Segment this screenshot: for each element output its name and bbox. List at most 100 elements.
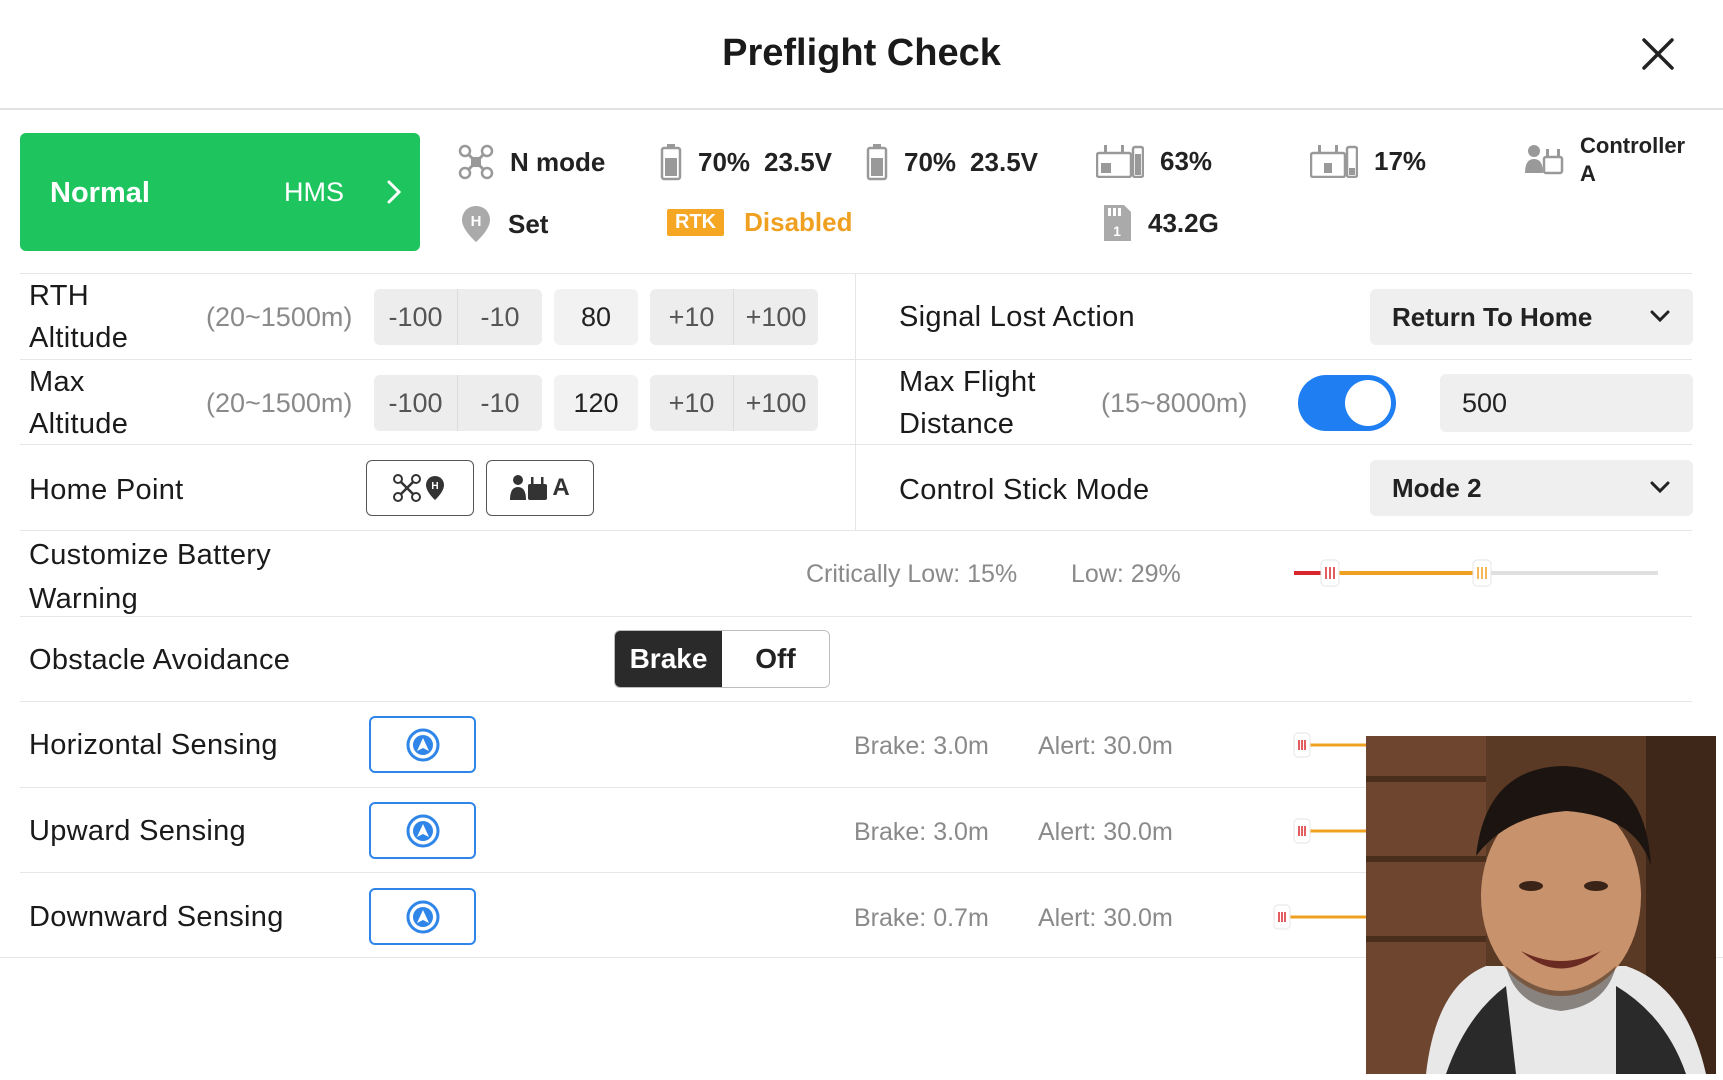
radar-sensing-icon [406, 814, 439, 847]
horizontal-brake-text: Brake: 3.0m [854, 732, 989, 760]
rth-altitude-stepper: -100 -10 80 +10 +100 [374, 289, 818, 345]
toggle-knob [1345, 380, 1391, 426]
rc-signal-indicator: 63% [1096, 144, 1212, 178]
downward-sensing-slider[interactable] [1272, 902, 1372, 932]
rth-altitude-range: (20~1500m) [206, 302, 353, 332]
critical-low-text: Critically Low: 15% [806, 560, 1018, 588]
max-distance-range: (15~8000m) [1101, 388, 1248, 418]
horizontal-sensing-button[interactable] [369, 716, 476, 773]
hms-label: HMS [284, 177, 344, 207]
upward-sensing-button[interactable] [369, 802, 476, 859]
home-point-status: Set [508, 208, 549, 239]
storage-text: 43.2G [1148, 207, 1219, 238]
rtk-indicator: RTK Disabled [667, 207, 852, 238]
upward-alert-text: Alert: 30.0m [1038, 818, 1173, 846]
downward-sensing-button[interactable] [369, 888, 476, 945]
rth-plus-10-button[interactable]: +10 [650, 289, 734, 345]
stick-mode-value: Mode 2 [1392, 472, 1482, 503]
upward-sensing-slider[interactable] [1292, 816, 1372, 846]
battery-warning-slider[interactable] [1294, 556, 1658, 590]
stick-mode-label: Control Stick Mode [899, 474, 1150, 506]
controller-pilot-icon [1525, 145, 1564, 175]
home-point-label: Home Point [29, 474, 184, 506]
obstacle-avoidance-toggle: Brake Off [614, 630, 830, 688]
signal-lost-dropdown[interactable]: Return To Home [1370, 289, 1693, 345]
max-alt-minus-100-button[interactable]: -100 [374, 375, 458, 431]
downward-alert-text: Alert: 30.0m [1038, 904, 1173, 932]
flight-mode-indicator: N mode [458, 144, 605, 180]
max-alt-minus-10-button[interactable]: -10 [458, 375, 542, 431]
horizontal-sensing-label: Horizontal Sensing [29, 729, 278, 761]
rtk-badge: RTK [667, 209, 725, 236]
low-handle[interactable] [1472, 559, 1492, 587]
divider [20, 273, 1692, 274]
signal-lost-label: Signal Lost Action [899, 301, 1135, 333]
rc-signal-pct: 63% [1160, 145, 1213, 176]
max-altitude-value[interactable]: 120 [554, 375, 638, 431]
chevron-down-icon [1650, 310, 1670, 323]
battery-warning-label-line1: Customize Battery [29, 539, 272, 571]
horizontal-alert-text: Alert: 30.0m [1038, 732, 1173, 760]
battery-2-pct: 70% [904, 146, 957, 177]
max-altitude-stepper: -100 -10 120 +10 +100 [374, 375, 818, 431]
stick-mode-dropdown[interactable]: Mode 2 [1370, 460, 1693, 516]
controller-label-line2: A [1580, 161, 1596, 186]
divider [20, 701, 1692, 702]
aircraft-battery-1: 70% 23.5V [660, 143, 832, 181]
rth-minus-10-button[interactable]: -10 [458, 289, 542, 345]
upward-sensing-label: Upward Sensing [29, 815, 246, 847]
radar-sensing-icon [406, 900, 439, 933]
horizontal-sensing-slider[interactable] [1292, 730, 1372, 760]
battery-1-pct: 70% [698, 146, 751, 177]
set-home-aircraft-button[interactable]: H [366, 460, 474, 516]
hms-status-card[interactable]: Normal HMS [20, 133, 420, 251]
chevron-right-icon [387, 180, 402, 204]
battery-warning-label-line2: Warning [29, 583, 139, 615]
divider [20, 444, 1692, 445]
controller-indicator: Controller A [1524, 132, 1685, 188]
presenter-video-image [1366, 736, 1716, 1074]
rc-battery-indicator: 17% [1310, 144, 1426, 178]
svg-text:1: 1 [1113, 223, 1121, 239]
max-distance-label-line1: Max Flight [899, 366, 1036, 398]
set-home-controller-button[interactable]: A [486, 460, 594, 516]
rth-minus-100-button[interactable]: -100 [374, 289, 458, 345]
controller-letter: A [552, 474, 570, 501]
low-text: Low: 29% [1071, 560, 1181, 588]
drone-icon [458, 144, 494, 180]
rtk-status: Disabled [744, 207, 853, 237]
max-distance-input[interactable]: 500 [1440, 374, 1693, 432]
svg-text:H: H [471, 213, 482, 230]
rth-altitude-label: RTH Altitude [29, 275, 128, 359]
downward-brake-text: Brake: 0.7m [854, 904, 989, 932]
flight-mode-text: N mode [510, 146, 606, 177]
column-divider [855, 273, 856, 530]
rth-plus-100-button[interactable]: +100 [734, 289, 818, 345]
close-icon[interactable] [1638, 34, 1678, 74]
divider [20, 530, 1692, 531]
webcam-overlay [1366, 736, 1716, 1074]
battery-icon [866, 144, 888, 181]
svg-text:H: H [431, 481, 438, 492]
max-distance-label: Max Flight Distance [899, 361, 1036, 445]
aircraft-status: Normal [50, 177, 150, 209]
max-altitude-label-line1: Max [29, 366, 85, 398]
max-distance-toggle[interactable] [1298, 375, 1396, 431]
battery-icon [660, 144, 682, 181]
max-distance-label-line2: Distance [899, 408, 1015, 440]
remote-controller-battery-icon [1310, 145, 1358, 178]
max-altitude-label-line2: Altitude [29, 408, 129, 440]
critical-handle[interactable] [1320, 559, 1340, 587]
rth-altitude-label-line1: RTH [29, 280, 89, 312]
page-title: Preflight Check [722, 32, 1001, 74]
drone-home-icon: H [393, 474, 444, 502]
max-alt-plus-10-button[interactable]: +10 [650, 375, 734, 431]
max-alt-plus-100-button[interactable]: +100 [734, 375, 818, 431]
brake-option[interactable]: Brake [615, 631, 722, 687]
off-option[interactable]: Off [722, 631, 829, 687]
rth-altitude-value[interactable]: 80 [554, 289, 638, 345]
chevron-down-icon [1650, 481, 1670, 494]
divider [20, 359, 1692, 360]
max-altitude-label: Max Altitude [29, 361, 128, 445]
header-bar: Preflight Check [0, 0, 1723, 110]
